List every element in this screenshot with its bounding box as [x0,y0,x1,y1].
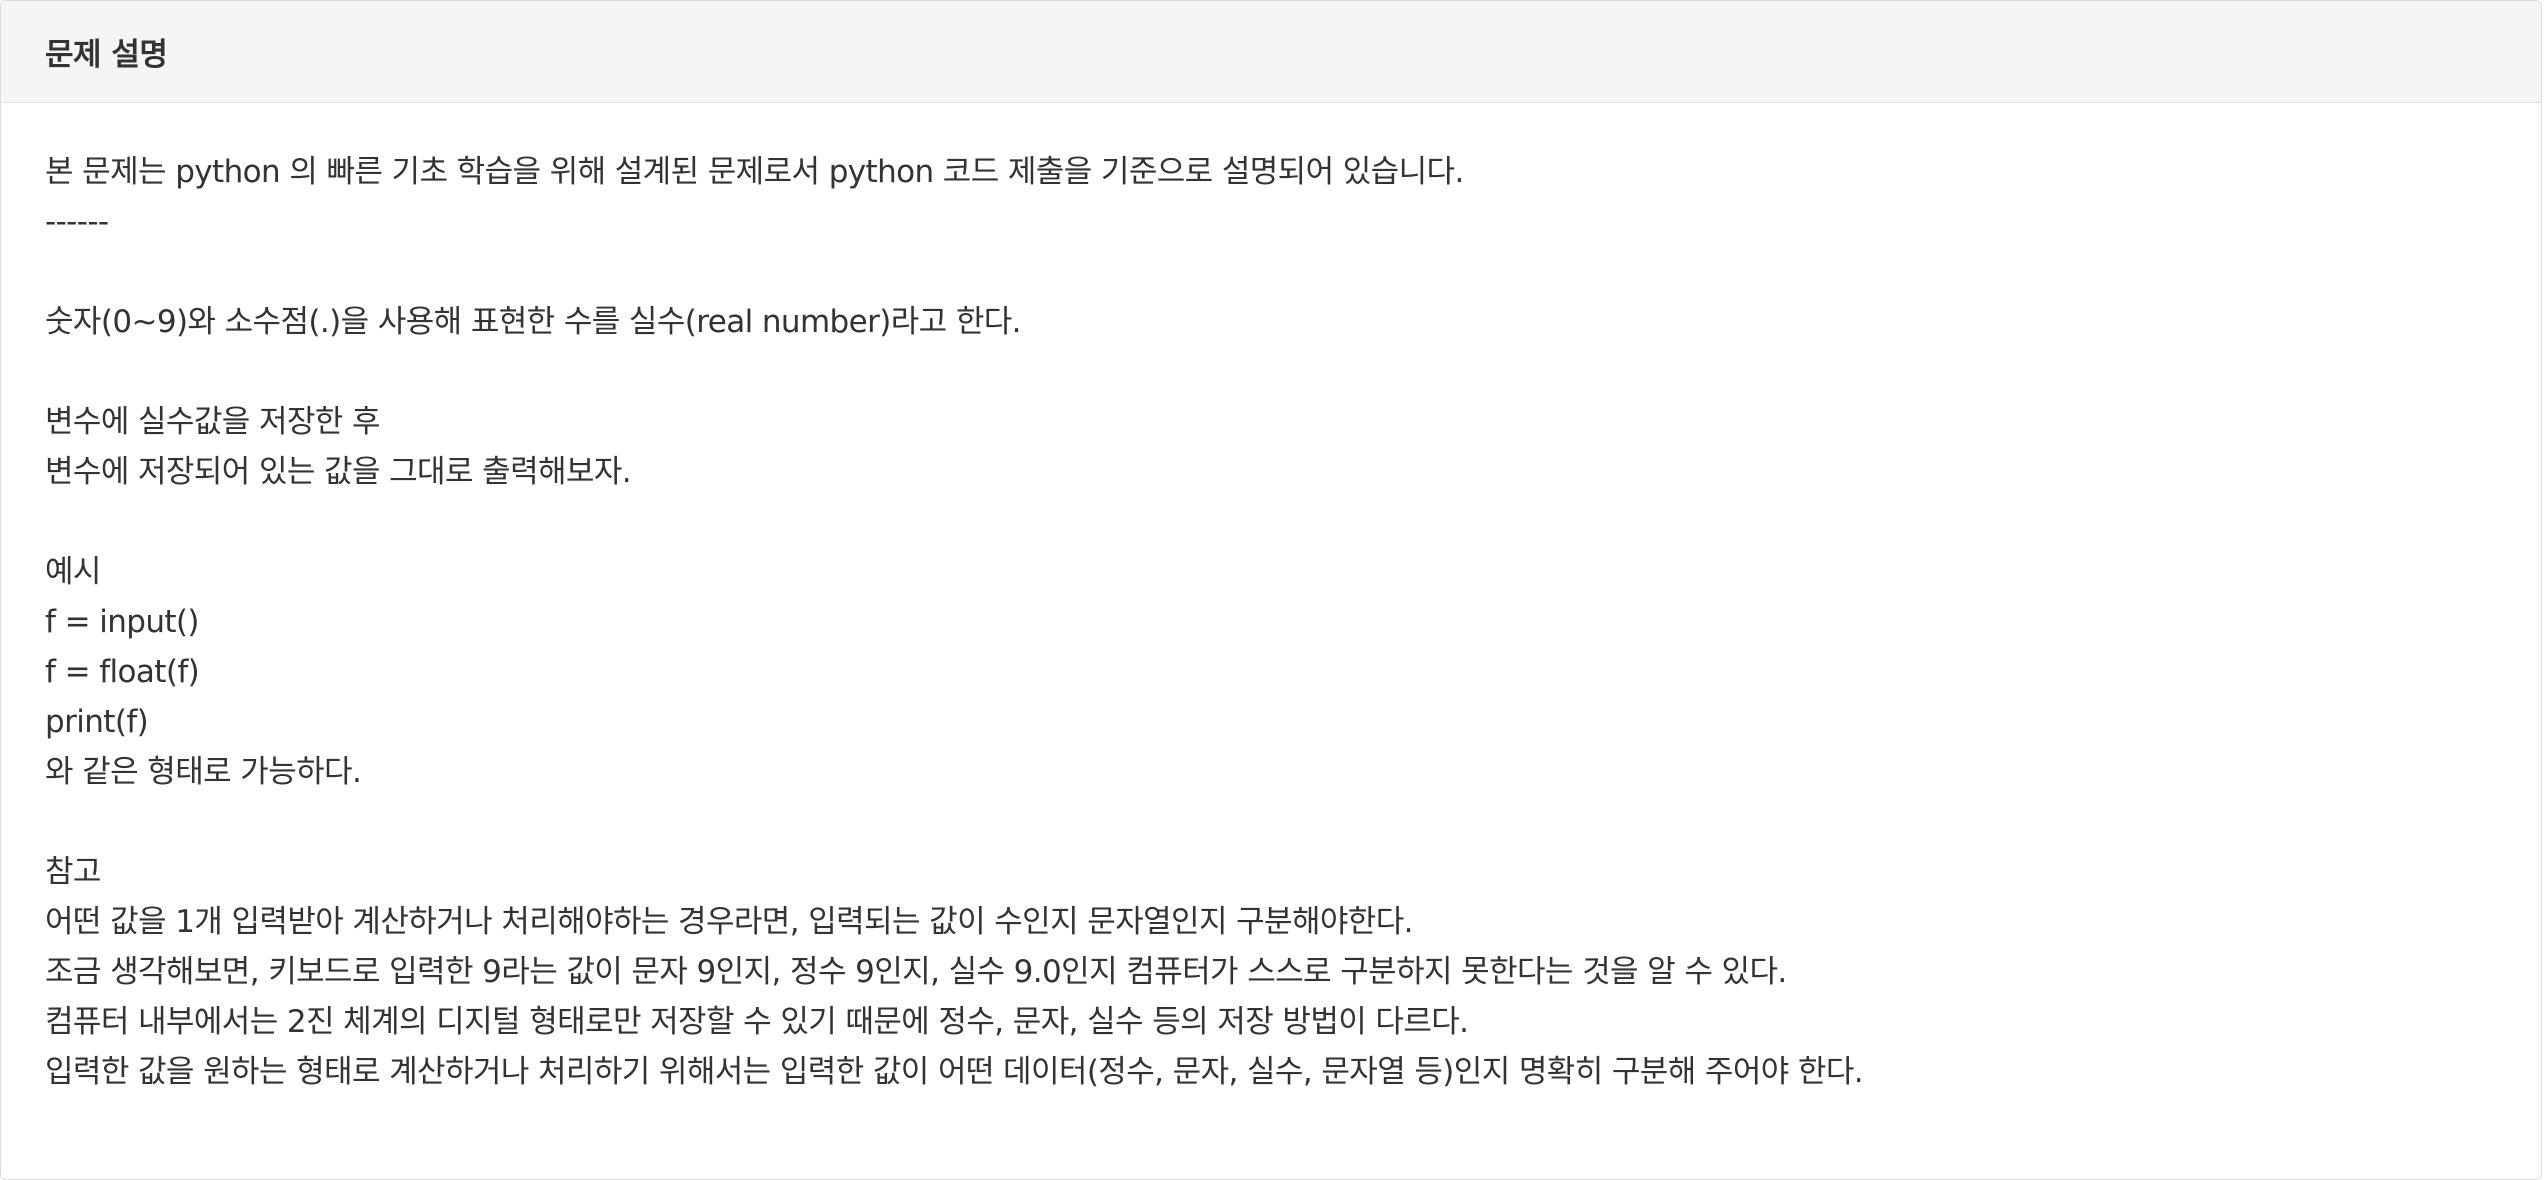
note-heading: 참고 [45,854,101,890]
problem-description-panel: 문제 설명 본 문제는 python 의 빠른 기초 학습을 위해 설계된 문제… [0,0,2542,1180]
example-code-line-1: f = input() [45,604,200,640]
separator-text: ------ [45,204,109,240]
example-code-line-2: f = float(f) [45,654,200,690]
panel-body: 본 문제는 python 의 빠른 기초 학습을 위해 설계된 문제로서 pyt… [1,103,2541,1097]
note-text-3: 컴퓨터 내부에서는 2진 체계의 디지털 형태로만 저장할 수 있기 때문에 정… [45,1004,1469,1040]
note-text-2: 조금 생각해보면, 키보드로 입력한 9라는 값이 문자 9인지, 정수 9인지… [45,954,1787,990]
panel-title: 문제 설명 [45,37,168,73]
definition-text: 숫자(0~9)와 소수점(.)을 사용해 표현한 수를 실수(real numb… [45,304,1022,340]
note-text-4: 입력한 값을 원하는 형태로 계산하거나 처리하기 위해서는 입력한 값이 어떤… [45,1054,1864,1090]
note-text-1: 어떤 값을 1개 입력받아 계산하거나 처리해야하는 경우라면, 입력되는 값이… [45,904,1414,940]
example-heading: 예시 [45,554,101,590]
example-footer: 와 같은 형태로 가능하다. [45,754,362,790]
task-text-2: 변수에 저장되어 있는 값을 그대로 출력해보자. [45,454,632,490]
panel-heading: 문제 설명 [1,1,2541,103]
intro-text: 본 문제는 python 의 빠른 기초 학습을 위해 설계된 문제로서 pyt… [45,154,1464,190]
task-text-1: 변수에 실수값을 저장한 후 [45,404,380,440]
example-code-line-3: print(f) [45,704,149,740]
